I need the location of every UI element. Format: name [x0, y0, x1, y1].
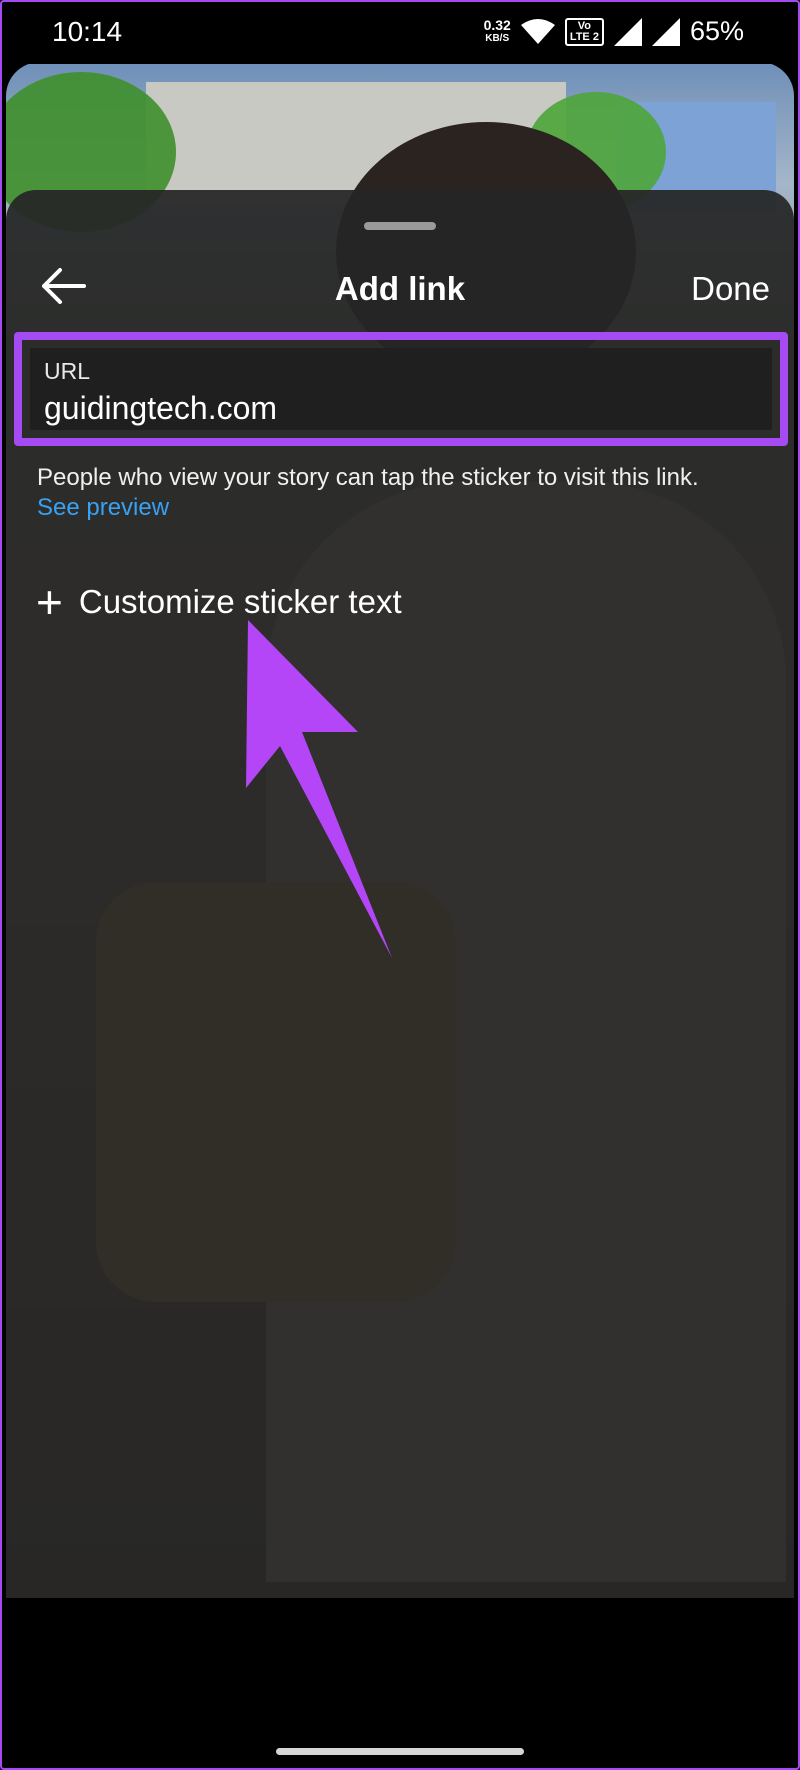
url-field-value[interactable]: guidingtech.com	[44, 390, 277, 427]
add-link-sheet: Add link Done URL guidingtech.com People…	[6, 190, 794, 1598]
status-time: 10:14	[52, 16, 123, 47]
net-speed-value: 0.32	[483, 16, 511, 33]
see-preview-link[interactable]: See preview	[37, 494, 169, 522]
home-indicator[interactable]	[276, 1748, 524, 1755]
wifi-icon	[520, 18, 555, 44]
url-input[interactable]: URL guidingtech.com	[30, 348, 772, 430]
sheet-drag-handle[interactable]	[364, 222, 436, 230]
net-speed-unit: KB/S	[485, 32, 510, 44]
navigation-bar	[0, 1598, 800, 1770]
lte-bottom-label: LTE 2	[569, 30, 599, 43]
plus-icon: +	[36, 576, 63, 628]
battery-percentage: 65%	[689, 16, 744, 46]
net-speed: 0.32 KB/S	[483, 16, 511, 45]
url-field-highlight: URL guidingtech.com	[14, 332, 788, 446]
signal-icon-1	[613, 17, 642, 46]
status-bar: 10:14 0.32 KB/S Vo LTE 2 65%	[0, 0, 800, 64]
done-button[interactable]: Done	[691, 270, 770, 308]
volte-lte-icon: Vo LTE 2	[564, 17, 604, 46]
sheet-title: Add link	[334, 270, 466, 307]
link-helper-text: People who view your story can tap the s…	[37, 464, 699, 491]
signal-icon-2	[651, 17, 680, 46]
customize-sticker-text-button[interactable]: + Customize sticker text	[36, 576, 402, 628]
status-icons: 0.32 KB/S Vo LTE 2 65%	[484, 16, 744, 47]
annotation-arrow-icon	[246, 620, 392, 958]
customize-sticker-text-label: Customize sticker text	[78, 583, 402, 620]
url-field-label: URL	[44, 358, 91, 384]
